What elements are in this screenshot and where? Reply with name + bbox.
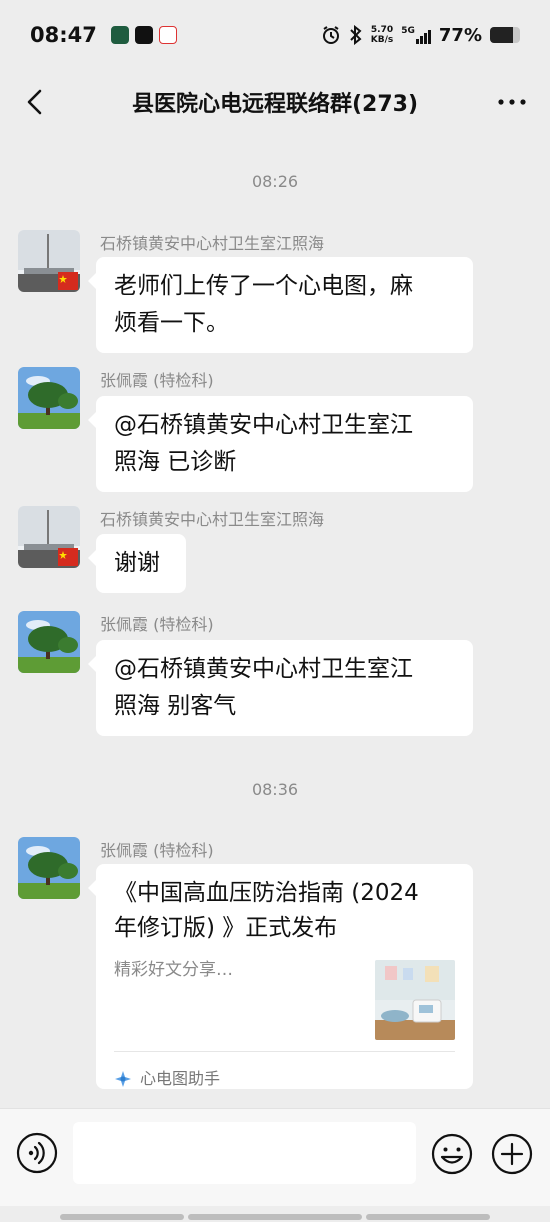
avatar[interactable] [18,367,80,429]
sender-name: 石桥镇黄安中心村卫生室江照海 [100,510,325,529]
page-title: 县医院心电远程联络群(273) [131,92,419,117]
sender-name: 张佩霞 (特检科) [100,371,214,390]
divider [114,1051,455,1052]
chevron-left-icon[interactable] [22,88,50,116]
avatar[interactable] [18,506,80,568]
battery-percent: 77% [438,24,482,46]
message-bubble[interactable]: 谢谢 [88,534,186,593]
signal-icon: 5G [401,26,431,44]
message-bubble[interactable]: 老师们上传了一个心电图，麻 烦看一下。 [88,257,473,353]
battery-icon [490,27,520,43]
message-item: 石桥镇黄安中心村卫生室江照海 老师们上传了一个心电图，麻 烦看一下。 [18,230,538,355]
message-item: 石桥镇黄安中心村卫生室江照海 谢谢 [18,506,538,596]
alarm-icon [322,26,339,44]
message-item: 张佩霞 (特检科) 《中国高血压防治指南 (2024 年修订版) 》正式发布 精… [18,837,538,1097]
status-indicators: 5.70 KB/s 5G 77% [321,25,520,46]
plus-icon[interactable] [490,1132,534,1176]
sender-name: 张佩霞 (特检科) [100,615,214,634]
message-item: 张佩霞 (特检科) @石桥镇黄安中心村卫生室江 照海 已诊断 [18,367,538,492]
avatar[interactable] [18,230,80,292]
chat-header: 县医院心电远程联络群(273) [0,70,550,134]
network-type: 5G [401,26,415,36]
message-bubble[interactable]: @石桥镇黄安中心村卫生室江 照海 已诊断 [88,396,473,492]
app-notification-icon [158,26,177,44]
gesture-bar [0,1210,550,1222]
ecg-assistant-logo-icon [115,1070,131,1087]
avatar[interactable] [18,611,80,673]
avatar[interactable] [18,837,80,899]
message-item: 张佩霞 (特检科) @石桥镇黄安中心村卫生室江 照海 别客气 [18,611,538,736]
emoji-icon[interactable] [430,1132,474,1176]
time-divider: 08:36 [251,780,299,799]
app-notification-icon [134,26,153,44]
status-bar: 08:47 5.70 KB/s 5G 77% [0,0,550,70]
article-thumbnail [375,960,455,1040]
input-bar [0,1108,550,1206]
network-speed: 5.70 KB/s [370,25,394,45]
article-source: 心电图助手 [114,1060,220,1097]
sender-name: 张佩霞 (特检科) [100,841,214,860]
voice-icon[interactable] [16,1132,58,1174]
time-divider: 08:26 [251,172,299,191]
app-notification-icon [110,26,129,44]
bluetooth-icon [350,25,362,45]
article-title: 《中国高血压防治指南 (2024 年修订版) 》正式发布 [114,880,419,941]
more-dots-icon[interactable] [496,88,528,116]
article-source-name: 心电图助手 [140,1069,221,1088]
message-input[interactable] [73,1122,416,1184]
status-time: 08:47 [30,23,97,47]
status-app-icons [110,26,177,44]
sender-name: 石桥镇黄安中心村卫生室江照海 [100,234,325,253]
message-bubble[interactable]: @石桥镇黄安中心村卫生室江 照海 别客气 [88,640,473,736]
message-list[interactable]: 08:26 石桥镇黄安中心村卫生室江照海 老师们上传了一个心电图，麻 烦看一下。 [0,140,550,1105]
article-card[interactable]: 《中国高血压防治指南 (2024 年修订版) 》正式发布 精彩好文分享… 心电图… [88,864,473,1089]
